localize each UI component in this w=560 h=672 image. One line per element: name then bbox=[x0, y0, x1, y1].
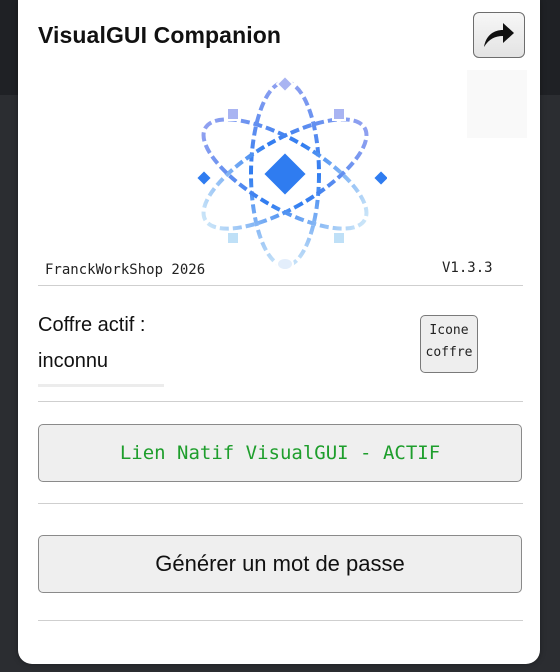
app-title: VisualGUI Companion bbox=[38, 22, 282, 48]
vault-icon-label-line1: Icone bbox=[429, 323, 469, 338]
ghost-placeholder bbox=[467, 70, 527, 138]
divider bbox=[38, 401, 523, 402]
divider bbox=[38, 620, 523, 621]
share-arrow-icon bbox=[484, 23, 514, 47]
divider bbox=[38, 285, 523, 286]
atom-logo-icon bbox=[194, 74, 387, 271]
vault-value: inconnu bbox=[38, 350, 109, 372]
share-button[interactable] bbox=[473, 12, 525, 58]
vault-icon-label-line2: coffre bbox=[425, 345, 473, 360]
vault-icon-button[interactable]: Icone coffre bbox=[420, 315, 478, 373]
brand-footer: FranckWorkShop 2026 bbox=[45, 262, 206, 278]
companion-popup: VisualGUI Companion FranckWorkShop 2026 … bbox=[18, 0, 540, 664]
vault-label: Coffre actif : bbox=[38, 314, 146, 336]
divider bbox=[38, 503, 523, 504]
version-label: V1.3.3 bbox=[442, 260, 493, 276]
vault-value-underline bbox=[38, 384, 164, 387]
native-link-button[interactable]: Lien Natif VisualGUI - ACTIF bbox=[38, 424, 522, 482]
generate-password-button[interactable]: Générer un mot de passe bbox=[38, 535, 522, 593]
